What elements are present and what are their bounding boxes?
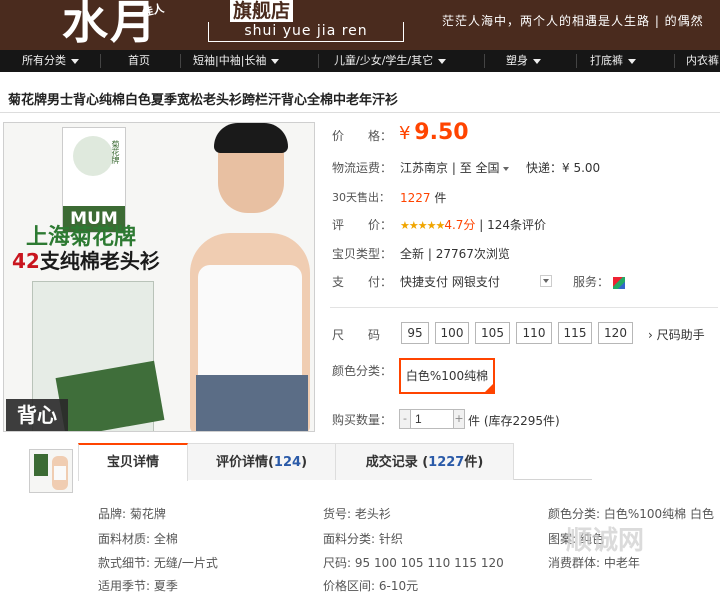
detail-price-range: 价格区间: 6-10元: [323, 579, 419, 593]
payment-dropdown[interactable]: [540, 275, 552, 287]
quantity-input[interactable]: [411, 409, 453, 429]
chevron-down-icon: [271, 58, 280, 64]
nav-divider: [100, 54, 101, 68]
nav-divider: [674, 54, 675, 68]
thumbnail-logo: [34, 454, 48, 476]
shop-banner: 水月 佳人 旗舰店 shui yue jia ren 茫茫人海中，两个人的相遇是…: [0, 0, 720, 50]
payment-label: 支 付：: [332, 275, 393, 289]
selected-check-icon: [483, 382, 495, 394]
thumbnail-tank: [54, 466, 66, 480]
image-badge: 背心: [6, 399, 68, 431]
color-label: 颜色分类：: [332, 364, 393, 378]
quantity-label: 购买数量：: [332, 413, 393, 427]
quick-pay: 快捷支付: [400, 275, 449, 289]
product-spec-text: 42支纯棉老头衫: [12, 249, 160, 273]
brand-logo-label: 菊花牌: [111, 140, 120, 164]
detail-item-no: 货号: 老头衫: [323, 507, 391, 521]
detail-tabs: 宝贝详情 评价详情(124) 成交记录 (1227件): [78, 443, 720, 481]
model-tank-top: [198, 265, 302, 385]
shipping-destination-select[interactable]: 全国: [476, 161, 509, 175]
tab-bar-filler: [592, 443, 720, 480]
flower-icon: [73, 136, 113, 176]
shipping-route: 江苏南京 | 至 全国: [400, 159, 509, 176]
size-option-110[interactable]: 110: [516, 322, 552, 344]
shop-logo-pinyin: shui yue jia ren: [208, 22, 404, 42]
chevron-down-icon: [533, 58, 541, 64]
size-option-105[interactable]: 105: [475, 322, 510, 344]
section-divider: [330, 307, 718, 308]
tab-item-details[interactable]: 宝贝详情: [78, 443, 188, 481]
size-option-115[interactable]: 115: [558, 322, 592, 344]
detail-size: 尺码: 95 100 105 110 115 120: [323, 556, 504, 570]
nav-item-home[interactable]: 首页: [128, 50, 150, 72]
nav-item-underwear[interactable]: 内衣裤: [686, 50, 719, 72]
size-label: 尺 码: [332, 328, 381, 342]
shipping-express: 快递：¥ 5.00: [526, 161, 601, 175]
nav-divider: [484, 54, 485, 68]
tab-reviews[interactable]: 评价详情(124): [188, 443, 336, 480]
service-info: 服务：: [573, 273, 626, 290]
tab-transactions[interactable]: 成交记录 (1227件): [336, 443, 514, 480]
bank-pay: 网银支付: [451, 275, 500, 289]
category-nav: 所有分类 首页 短袖|中袖|长袖 儿童/少女/学生/其它 塑身 打底裤 内衣裤: [0, 50, 720, 72]
size-option-120[interactable]: 120: [598, 322, 633, 344]
sold-count: 1227 件: [400, 191, 447, 205]
nav-item-leggings[interactable]: 打底裤: [590, 50, 636, 72]
payment-methods: 快捷支付 网银支付: [400, 273, 500, 290]
site-watermark: 顺诚网: [566, 526, 645, 556]
nav-divider: [180, 54, 181, 68]
product-main-image[interactable]: 菊花牌 MUM 上海菊花牌 42支纯棉老头衫 背心: [3, 122, 315, 432]
shop-logo-small: 佳人: [140, 1, 166, 20]
detail-face-material: 面料材质: 全棉: [98, 532, 178, 546]
rating-summary: ★★★★★4.7分 | 124条评价: [400, 218, 546, 232]
item-type-label: 宝贝类型：: [332, 247, 393, 261]
sold-label: 30天售出：: [332, 191, 390, 204]
detail-style: 款式细节: 无缝/一片式: [98, 556, 218, 570]
item-type-value: 全新 | 27767次浏览: [400, 247, 510, 261]
nav-divider: [576, 54, 577, 68]
price-label: 价 格：: [332, 129, 393, 143]
nav-item-sleeves[interactable]: 短袖|中袖|长袖: [193, 50, 280, 72]
shop-logo-flagship: 旗舰店: [230, 0, 294, 22]
brand-logo-box: 菊花牌 MUM: [62, 127, 126, 233]
service-badge-icon[interactable]: [613, 276, 626, 289]
chevron-down-icon: [628, 58, 636, 64]
nav-item-all-categories[interactable]: 所有分类: [22, 50, 79, 72]
title-divider: [0, 112, 720, 113]
nav-divider: [318, 54, 319, 68]
chevron-down-icon: [71, 58, 79, 64]
size-option-95[interactable]: 95: [401, 322, 429, 344]
product-title: 菊花牌男士背心纯棉白色夏季宽松老头衫跨栏汗背心全棉中老年汗衫: [8, 93, 399, 108]
review-count-link[interactable]: 124条评价: [487, 218, 546, 232]
rating-label: 评 价：: [332, 218, 393, 232]
price-value: ¥ 9.50: [399, 120, 469, 145]
quantity-increase-button[interactable]: +: [453, 409, 465, 429]
chevron-down-icon: [543, 279, 549, 283]
detail-season: 适用季节: 夏季: [98, 579, 178, 593]
rating-stars-icon: ★★★★★: [400, 219, 445, 232]
detail-brand: 品牌: 菊花牌: [98, 507, 166, 521]
size-helper-link[interactable]: › 尺码助手: [648, 326, 705, 343]
chevron-down-icon: [502, 166, 509, 171]
product-thumbnail[interactable]: [29, 449, 73, 493]
shipping-label: 物流运费：: [332, 161, 393, 175]
size-option-100[interactable]: 100: [435, 322, 469, 344]
nav-item-shaping[interactable]: 塑身: [506, 50, 541, 72]
stock-info: 件 (库存2295件): [468, 414, 560, 428]
shop-slogan: 茫茫人海中，两个人的相遇是人生路 | 的偶然: [442, 14, 704, 28]
quantity-decrease-button[interactable]: -: [399, 409, 411, 429]
nav-item-kids[interactable]: 儿童/少女/学生/其它: [334, 50, 447, 72]
model-jeans: [196, 375, 308, 431]
detail-face-class: 面料分类: 针织: [323, 532, 403, 546]
chevron-down-icon: [438, 58, 447, 64]
color-option-white[interactable]: 白色%100纯棉: [399, 358, 495, 394]
model-hair: [214, 123, 288, 153]
